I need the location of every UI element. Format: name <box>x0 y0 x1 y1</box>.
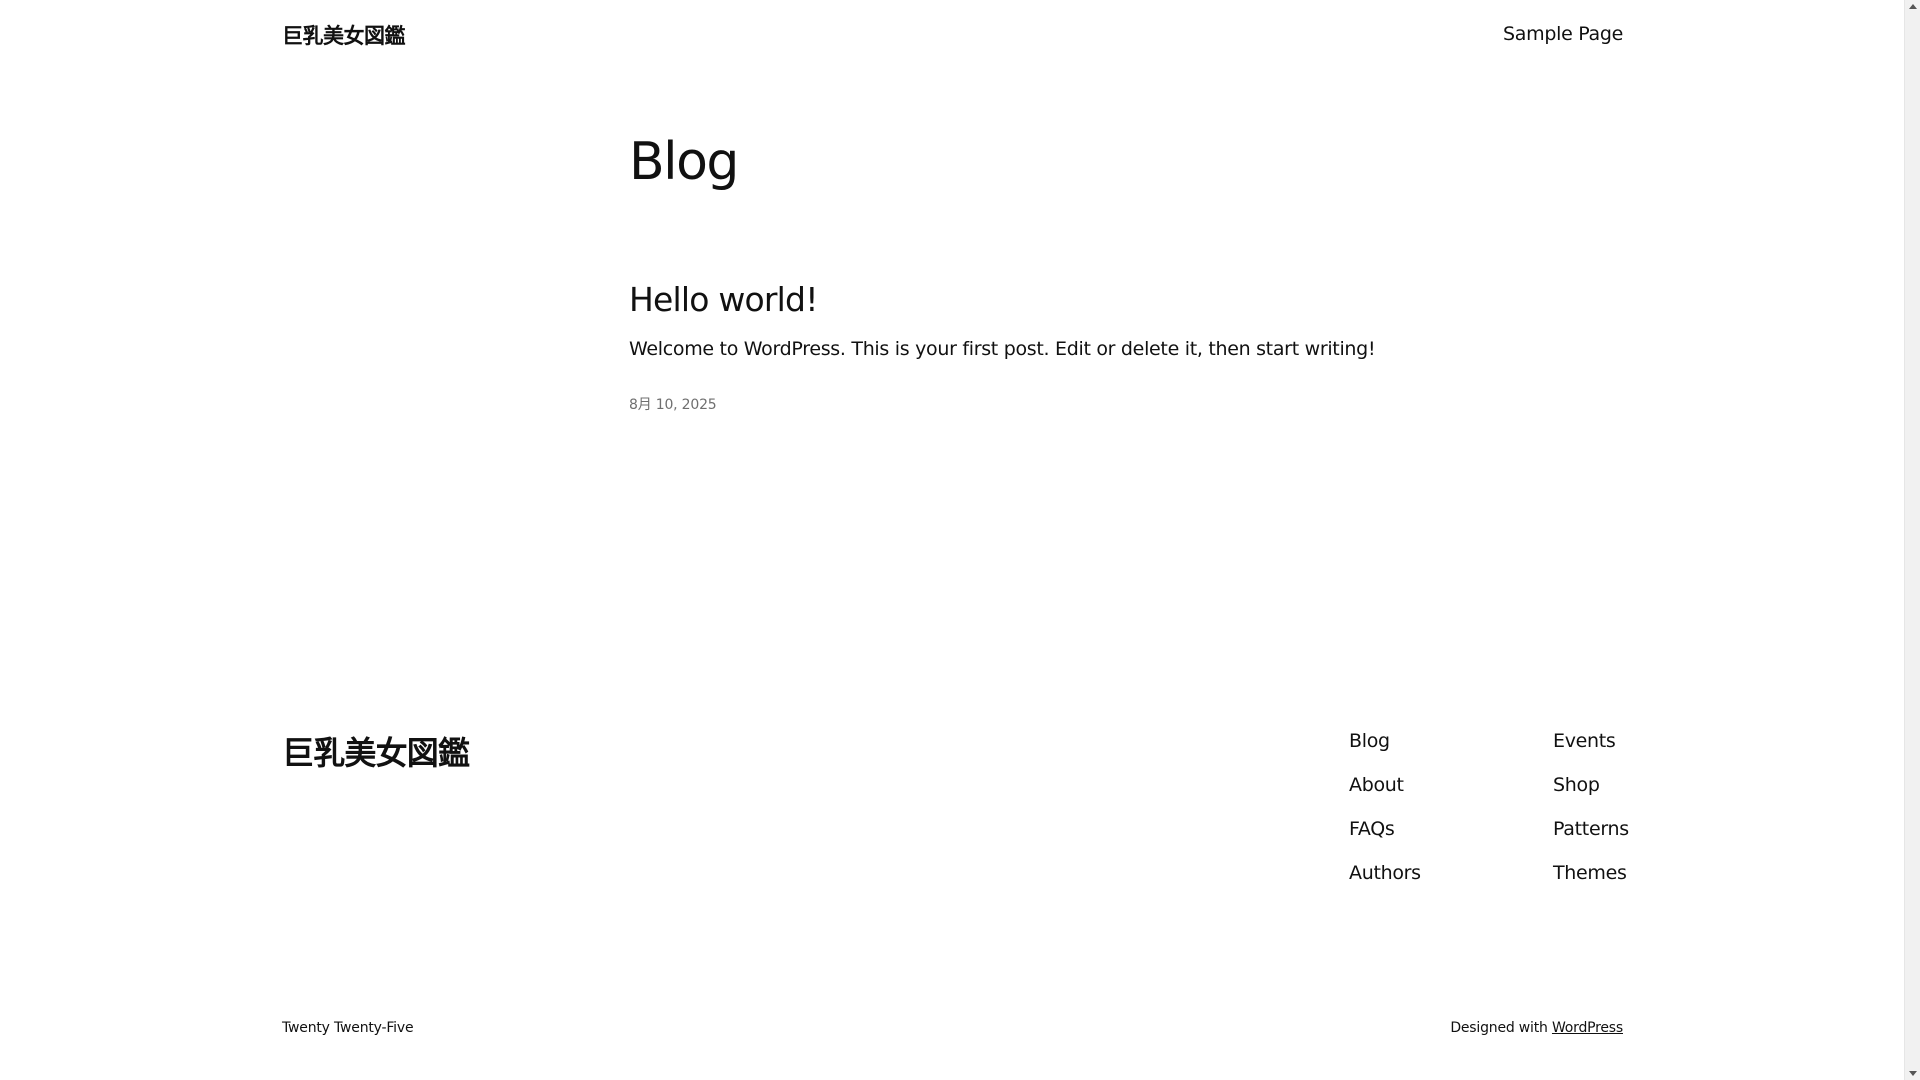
wordpress-link[interactable]: WordPress <box>1552 1020 1623 1036</box>
footer-nav-column-1: Blog About FAQs Authors <box>1349 730 1421 906</box>
footer-nav-item: FAQs <box>1349 818 1421 862</box>
scroll-down-icon[interactable] <box>1909 1071 1917 1076</box>
designed-with-prefix: Designed with <box>1450 1020 1548 1036</box>
footer-nav-item: Authors <box>1349 862 1421 906</box>
nav-item-sample-page[interactable]: Sample Page <box>1503 23 1623 45</box>
footer-nav-column-2: Events Shop Patterns Themes <box>1553 730 1629 906</box>
footer-link-patterns[interactable]: Patterns <box>1553 818 1629 840</box>
vertical-scrollbar[interactable] <box>1904 0 1920 1080</box>
footer-nav-item: Shop <box>1553 774 1629 818</box>
page-title: Blog <box>629 132 739 192</box>
designed-with-credit: Designed with WordPress <box>1450 1020 1623 1036</box>
theme-credit: Twenty Twenty-Five <box>282 1020 414 1036</box>
footer-link-about[interactable]: About <box>1349 774 1404 796</box>
footer-link-authors[interactable]: Authors <box>1349 862 1421 884</box>
footer-link-shop[interactable]: Shop <box>1553 774 1600 796</box>
footer-link-faqs[interactable]: FAQs <box>1349 818 1395 840</box>
footer-nav-item: Themes <box>1553 862 1629 906</box>
scroll-up-icon[interactable] <box>1909 4 1917 9</box>
footer-nav-item: Patterns <box>1553 818 1629 862</box>
footer-link-events[interactable]: Events <box>1553 730 1616 752</box>
footer-link-blog[interactable]: Blog <box>1349 730 1390 752</box>
post-date: 8月 10, 2025 <box>629 397 717 413</box>
page: 巨乳美女図鑑 Sample Page Blog Hello world! Wel… <box>0 0 1905 1080</box>
footer-nav-item: About <box>1349 774 1421 818</box>
footer-nav-item: Blog <box>1349 730 1421 774</box>
site-title-link[interactable]: 巨乳美女図鑑 <box>282 20 406 50</box>
footer-site-title-link[interactable]: 巨乳美女図鑑 <box>282 728 470 774</box>
post-excerpt: Welcome to WordPress. This is your first… <box>629 338 1376 360</box>
footer-nav-item: Events <box>1553 730 1629 774</box>
post-title-link[interactable]: Hello world! <box>629 280 818 319</box>
footer-link-themes[interactable]: Themes <box>1553 862 1627 884</box>
